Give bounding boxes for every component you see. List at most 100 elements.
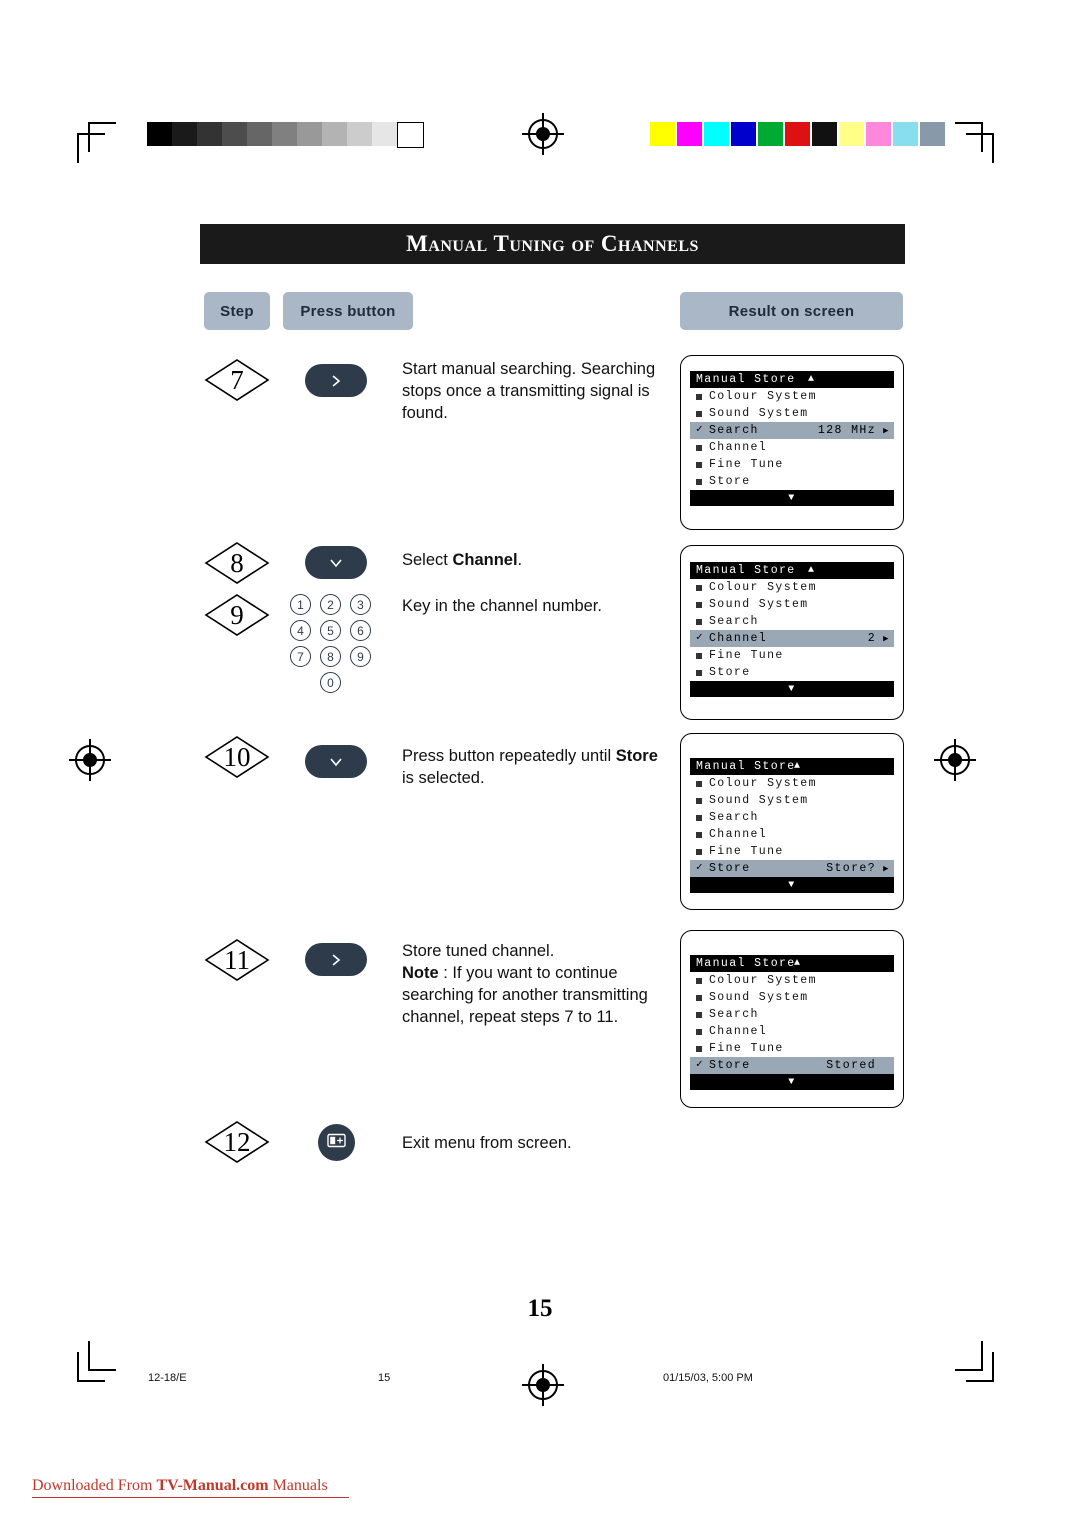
osd-scroll-down-bar: ▼ <box>690 877 894 893</box>
osd-menu-item[interactable]: Sound System <box>690 596 894 613</box>
osd-menu: Manual Store ▲ Colour System Sound System Se… <box>690 758 894 893</box>
osd-item-label: Store <box>709 666 751 679</box>
step-instruction: Exit menu from screen. <box>402 1134 572 1152</box>
keypad-key-7[interactable]: 7 <box>290 646 311 667</box>
footer-right: 01/15/03, 5:00 PM <box>663 1372 753 1384</box>
keypad-key-8[interactable]: 8 <box>320 646 341 667</box>
osd-item-label: Fine Tune <box>709 1042 784 1055</box>
press-button-chevron-right-icon[interactable] <box>305 943 367 976</box>
keypad-key-0[interactable]: 0 <box>320 672 341 693</box>
keypad-key-3[interactable]: 3 <box>350 594 371 615</box>
osd-menu-item[interactable]: Fine Tune <box>690 1040 894 1057</box>
osd-menu-item[interactable]: Search <box>690 613 894 630</box>
osd-menu: Manual Store ▲ Colour System Sound System ✓ S… <box>690 371 894 506</box>
osd-item-label: Colour System <box>709 777 817 790</box>
press-button-chevron-down-icon[interactable] <box>305 546 367 579</box>
step-number-badge: 8 <box>204 541 270 585</box>
download-note-prefix: Downloaded From <box>32 1477 157 1494</box>
osd-title-label: Manual Store <box>696 373 796 386</box>
osd-item-value: Stored <box>826 1059 876 1072</box>
osd-scroll-up-arrow: ▲ <box>808 565 816 576</box>
grayscale-patch <box>222 122 247 146</box>
osd-item-label: Search <box>709 424 759 437</box>
keypad-key-9[interactable]: 9 <box>350 646 371 667</box>
osd-menu-item[interactable]: Colour System <box>690 388 894 405</box>
color-patch <box>731 122 756 146</box>
osd-menu-item[interactable]: ✓ Channel 2 ▶ <box>690 630 894 647</box>
step-number-badge: 12 <box>204 1120 270 1164</box>
step-instruction: Key in the channel number. <box>402 597 602 615</box>
grayscale-patch <box>372 122 397 146</box>
osd-menu-item[interactable]: Channel <box>690 826 894 843</box>
osd-menu-item[interactable]: Colour System <box>690 579 894 596</box>
osd-item-label: Colour System <box>709 581 817 594</box>
bullet-icon <box>696 1011 702 1018</box>
osd-menu-item[interactable]: Colour System <box>690 972 894 989</box>
osd-title-label: Manual Store <box>696 957 796 970</box>
osd-menu-item[interactable]: Sound System <box>690 405 894 422</box>
keypad-key-6[interactable]: 6 <box>350 620 371 641</box>
osd-item-value: 2 <box>867 632 876 645</box>
osd-item-label: Sound System <box>709 991 809 1004</box>
osd-item-label: Sound System <box>709 794 809 807</box>
press-button-chevron-down-icon[interactable] <box>305 745 367 778</box>
osd-menu-item[interactable]: Search <box>690 809 894 826</box>
keypad-key-1[interactable]: 1 <box>290 594 311 615</box>
keypad-key-4[interactable]: 4 <box>290 620 311 641</box>
chevron-down-icon <box>328 556 344 570</box>
osd-menu-item[interactable]: Store <box>690 473 894 490</box>
color-patch <box>812 122 837 146</box>
chevron-right-icon <box>329 952 343 968</box>
osd-item-value: 128 MHz <box>817 424 876 437</box>
osd-item-label: Search <box>709 1008 759 1021</box>
keypad-key-5[interactable]: 5 <box>320 620 341 641</box>
osd-item-label: Channel <box>709 441 768 454</box>
footer-middle: 15 <box>378 1372 391 1384</box>
osd-menu-item[interactable]: Channel <box>690 439 894 456</box>
page-title: Manual Tuning of Channels <box>406 231 699 256</box>
grayscale-patch <box>197 122 222 146</box>
step-number: 8 <box>230 547 244 578</box>
osd-item-value: Store? <box>826 862 876 875</box>
osd-menu-item[interactable]: Fine Tune <box>690 647 894 664</box>
osd-menu-item[interactable]: Search <box>690 1006 894 1023</box>
download-note-brand: TV-Manual.com <box>156 1477 269 1494</box>
osd-title-bar: Manual Store ▲ <box>690 758 894 775</box>
step-number: 12 <box>223 1126 251 1157</box>
osd-menu-item[interactable]: ✓ Search 128 MHz ▶ <box>690 422 894 439</box>
press-button-menu-exit[interactable] <box>318 1124 355 1161</box>
bullet-icon <box>696 977 702 984</box>
osd-menu-item[interactable]: Colour System <box>690 775 894 792</box>
osd-menu-item[interactable]: Fine Tune <box>690 456 894 473</box>
press-button-chevron-right-icon[interactable] <box>305 364 367 397</box>
osd-menu-item[interactable]: Fine Tune <box>690 843 894 860</box>
keypad-key-2[interactable]: 2 <box>320 594 341 615</box>
bullet-icon <box>696 1045 702 1052</box>
osd-menu-item[interactable]: Sound System <box>690 792 894 809</box>
osd-item-label: Channel <box>709 632 768 645</box>
osd-menu-item[interactable]: Store <box>690 664 894 681</box>
numeric-keypad[interactable]: 1234567890 <box>290 594 380 698</box>
grayscale-patch <box>272 122 297 146</box>
osd-menu-item[interactable]: Sound System <box>690 989 894 1006</box>
step-number: 11 <box>224 944 250 975</box>
osd-item-label: Search <box>709 811 759 824</box>
osd-menu-item[interactable]: ✓ Store Stored <box>690 1057 894 1074</box>
osd-menu-item[interactable]: Channel <box>690 1023 894 1040</box>
step-number-badge: 11 <box>204 938 270 982</box>
keypad-row: 789 <box>290 646 380 667</box>
footer-left: 12-18/E <box>148 1372 187 1384</box>
grayscale-patch <box>147 122 172 146</box>
osd-title-bar: Manual Store ▲ <box>690 955 894 972</box>
osd-item-label: Channel <box>709 828 768 841</box>
chevron-down-icon <box>328 755 344 769</box>
osd-item-label: Colour System <box>709 974 817 987</box>
check-icon: ✓ <box>696 1059 705 1071</box>
crop-mark-bottom-left-2 <box>88 1341 116 1371</box>
osd-scroll-down-bar: ▼ <box>690 490 894 506</box>
chevron-right-icon <box>329 373 343 389</box>
bullet-icon <box>696 652 702 659</box>
step-number: 10 <box>223 741 251 772</box>
bullet-icon <box>696 393 702 400</box>
osd-menu-item[interactable]: ✓ Store Store? ▶ <box>690 860 894 877</box>
